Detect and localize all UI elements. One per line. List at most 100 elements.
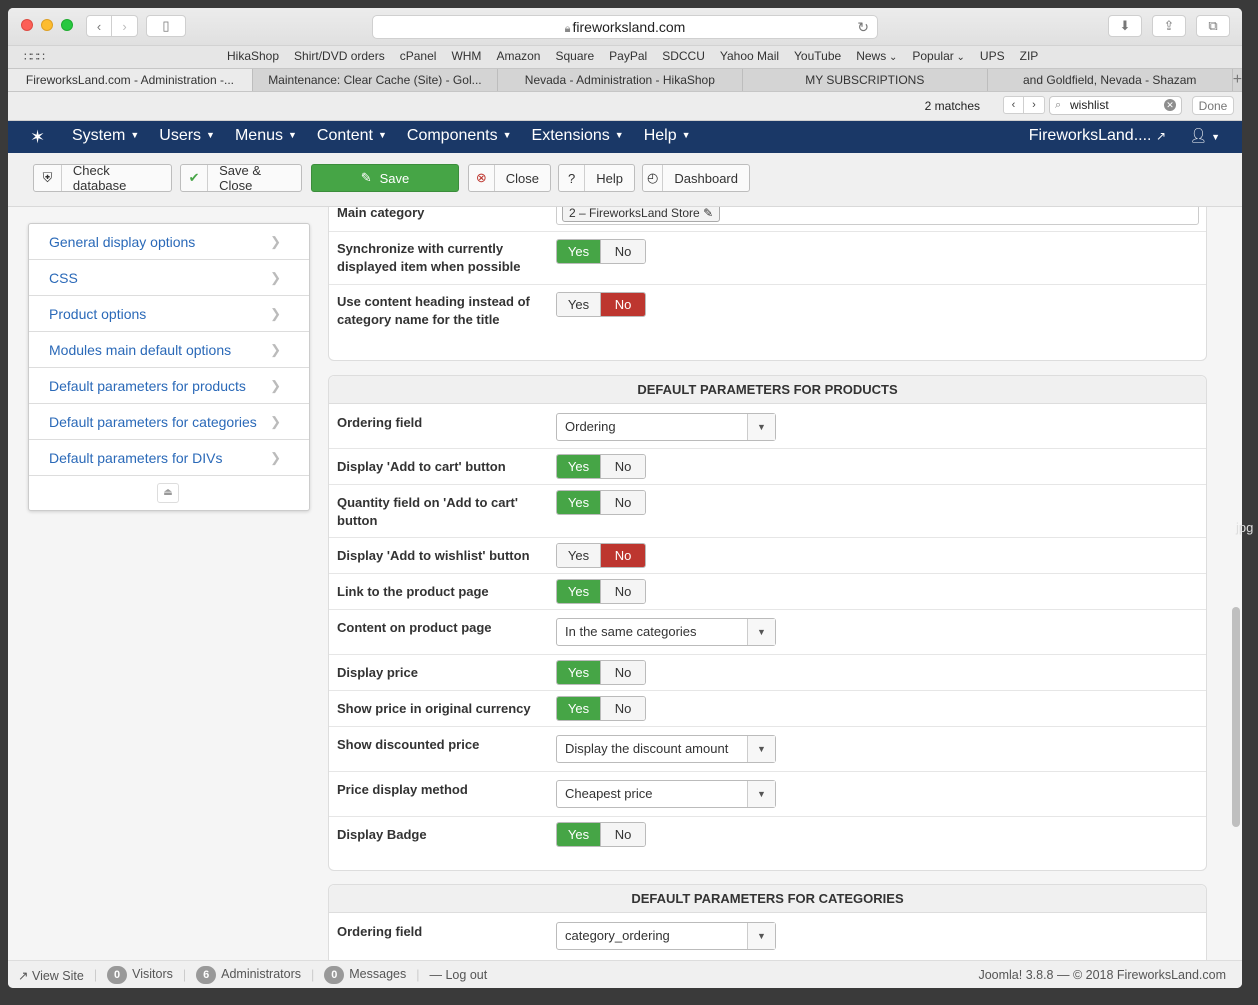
yes-option[interactable]: Yes (557, 580, 601, 603)
orig-currency-toggle[interactable]: Yes No (556, 696, 646, 721)
clear-icon[interactable]: ✕ (1164, 99, 1176, 111)
browser-tab[interactable]: MY SUBSCRIPTIONS (743, 69, 988, 91)
share-icon[interactable]: ⇪ (1152, 15, 1186, 37)
menu-item-menus[interactable]: Menus ▼ (235, 127, 297, 145)
favorite-item[interactable]: PayPal (609, 49, 647, 63)
favorite-item[interactable]: cPanel (400, 49, 437, 63)
no-option[interactable]: No (601, 544, 645, 567)
downloads-icon[interactable]: ⬇ (1108, 15, 1142, 37)
link-toggle[interactable]: Yes No (556, 579, 646, 604)
tabs-overview-icon[interactable]: ⧉ (1196, 15, 1230, 37)
dashboard-button[interactable]: ◴ Dashboard (642, 164, 750, 192)
sidebar-item[interactable]: Default parameters for products ❯ (29, 368, 309, 404)
joomla-logo-icon[interactable]: ✶ (30, 127, 45, 148)
view-site-link[interactable]: ↗ View Site (18, 968, 84, 983)
cat-ordering-select[interactable]: category_ordering ▼ (556, 922, 776, 950)
back-icon[interactable]: ‹ (86, 15, 112, 37)
favorite-item[interactable]: Amazon (496, 49, 540, 63)
sidebar-item[interactable]: Product options ❯ (29, 296, 309, 332)
favorite-item[interactable]: Popular ⌄ (912, 49, 965, 63)
forward-icon[interactable]: › (112, 15, 138, 37)
save-button[interactable]: ✎ Save (311, 164, 459, 192)
menu-item-help[interactable]: Help ▼ (644, 127, 691, 145)
find-input[interactable]: ⌕ wishlist ✕ (1049, 96, 1182, 115)
favorite-item[interactable]: YouTube (794, 49, 841, 63)
messages-link[interactable]: 0 Messages (324, 966, 406, 984)
wishlist-toggle[interactable]: Yes No (556, 543, 646, 568)
sync-toggle[interactable]: Yes No (556, 239, 646, 264)
check-database-button[interactable]: ⛨ Check database (33, 163, 172, 193)
address-bar[interactable]: 🔒︎ fireworksland.com ↻ (372, 15, 878, 39)
main-category-field[interactable]: 2 – FireworksLand Store ✎ (556, 207, 1199, 225)
favorite-item[interactable]: Shirt/DVD orders (294, 49, 385, 63)
sidebar-item[interactable]: CSS ❯ (29, 260, 309, 296)
close-window-button[interactable] (21, 19, 33, 31)
yes-option[interactable]: Yes (557, 240, 601, 263)
heading-toggle[interactable]: Yes No (556, 292, 646, 317)
sidebar-item[interactable]: General display options ❯ (29, 224, 309, 260)
yes-option[interactable]: Yes (557, 661, 601, 684)
sidebar-item[interactable]: Default parameters for categories ❯ (29, 404, 309, 440)
price-toggle[interactable]: Yes No (556, 660, 646, 685)
grid-icon[interactable]: ∷∷∷ (24, 50, 45, 64)
discount-select[interactable]: Display the discount amount ▼ (556, 735, 776, 763)
minimize-window-button[interactable] (41, 19, 53, 31)
find-previous-icon[interactable]: ‹ (1003, 96, 1024, 114)
content-select[interactable]: In the same categories ▼ (556, 618, 776, 646)
yes-option[interactable]: Yes (557, 293, 601, 316)
method-select[interactable]: Cheapest price ▼ (556, 780, 776, 808)
browser-tab[interactable]: and Goldfield, Nevada - Shazam (988, 69, 1233, 91)
logout-link[interactable]: — Log out (430, 968, 488, 982)
new-tab-icon[interactable]: + (1233, 69, 1242, 91)
no-option[interactable]: No (601, 491, 645, 514)
no-option[interactable]: No (601, 240, 645, 263)
no-option[interactable]: No (601, 661, 645, 684)
yes-option[interactable]: Yes (557, 697, 601, 720)
menu-item-extensions[interactable]: Extensions ▼ (532, 127, 624, 145)
favorite-item[interactable]: Yahoo Mail (720, 49, 779, 63)
favorite-item[interactable]: SDCCU (662, 49, 705, 63)
fullscreen-window-button[interactable] (61, 19, 73, 31)
menu-item-components[interactable]: Components ▼ (407, 127, 512, 145)
ordering-select[interactable]: Ordering ▼ (556, 413, 776, 441)
page-scrollbar[interactable] (1232, 607, 1240, 827)
quantity-toggle[interactable]: Yes No (556, 490, 646, 515)
no-option[interactable]: No (601, 823, 645, 846)
yes-option[interactable]: Yes (557, 823, 601, 846)
menu-item-system[interactable]: System ▼ (72, 127, 139, 145)
favorite-item[interactable]: UPS (980, 49, 1005, 63)
visitors-link[interactable]: 0 Visitors (107, 966, 173, 984)
administrators-link[interactable]: 6 Administrators (196, 966, 301, 984)
save-close-button[interactable]: ✔ Save & Close (180, 163, 302, 193)
badge-toggle[interactable]: Yes No (556, 822, 646, 847)
yes-option[interactable]: Yes (557, 544, 601, 567)
favorite-item[interactable]: Square (555, 49, 594, 63)
menu-item-content[interactable]: Content ▼ (317, 127, 387, 145)
reload-icon[interactable]: ↻ (857, 16, 869, 38)
site-link[interactable]: FireworksLand.... ↗ (1029, 127, 1166, 145)
add-to-cart-toggle[interactable]: Yes No (556, 454, 646, 479)
favorite-item[interactable]: ZIP (1020, 49, 1039, 63)
find-next-icon[interactable]: › (1024, 96, 1045, 114)
sidebar-toggle-icon[interactable]: ▯ (146, 15, 186, 37)
browser-tab[interactable]: FireworksLand.com - Administration -... (8, 69, 253, 91)
user-menu-icon[interactable]: 👤︎ ▼ (1189, 127, 1220, 144)
sidebar-item[interactable]: Default parameters for DIVs ❯ (29, 440, 309, 476)
no-option[interactable]: No (601, 580, 645, 603)
browser-tab[interactable]: Nevada - Administration - HikaShop (498, 69, 743, 91)
collapse-icon[interactable]: ⏏ (157, 483, 179, 503)
sidebar-item[interactable]: Modules main default options ❯ (29, 332, 309, 368)
favorite-item[interactable]: News ⌄ (856, 49, 897, 63)
browser-tab[interactable]: Maintenance: Clear Cache (Site) - Gol... (253, 69, 498, 91)
category-chip[interactable]: 2 – FireworksLand Store ✎ (562, 207, 721, 222)
yes-option[interactable]: Yes (557, 455, 601, 478)
favorite-item[interactable]: WHM (451, 49, 481, 63)
close-button[interactable]: ⊗ Close (468, 164, 551, 192)
no-option[interactable]: No (601, 455, 645, 478)
favorite-item[interactable]: HikaShop (227, 49, 279, 63)
no-option[interactable]: No (601, 293, 645, 316)
yes-option[interactable]: Yes (557, 491, 601, 514)
help-button[interactable]: ? Help (558, 164, 635, 192)
no-option[interactable]: No (601, 697, 645, 720)
menu-item-users[interactable]: Users ▼ (159, 127, 215, 145)
